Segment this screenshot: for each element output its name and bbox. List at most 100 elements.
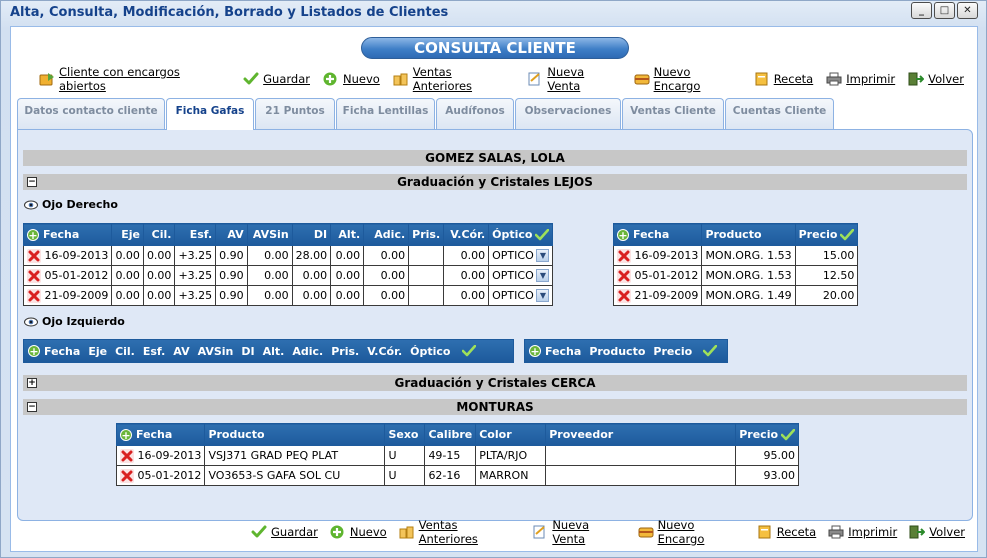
column-header-avsin[interactable]: AVSin [198,345,234,358]
delete-icon[interactable] [617,288,631,303]
cell-adic[interactable]: 0.00 [363,245,410,266]
cell-esf[interactable]: +3.25 [174,265,217,286]
cell-esf[interactable]: +3.25 [174,285,217,306]
cell-calibre[interactable]: 62-16 [424,465,477,486]
column-header-proveedor[interactable]: Proveedor [545,423,737,446]
column-header-fecha[interactable]: Fecha [545,345,581,358]
cell-precio[interactable]: 12.50 [794,265,859,286]
volver-button[interactable]: Volver [908,72,964,86]
table-row[interactable]: 16-09-2013 MON.ORG. 1.53 15.00 [612,245,859,266]
cliente-con-encargos-abiertos-button[interactable]: Cliente con encargos abiertos [39,65,230,93]
cell-proveedor[interactable] [545,465,737,486]
volver-button[interactable]: Volver [909,525,965,539]
cell-v-cor[interactable]: 0.00 [443,245,490,266]
cell-di[interactable]: 0.00 [291,285,332,306]
column-header-v-cor[interactable]: V.Cór. [443,223,490,246]
collapse-lejos-toggle[interactable]: − [27,177,37,187]
cell-precio[interactable]: 15.00 [794,245,859,266]
cell-fecha[interactable]: 16-09-2013 [115,445,206,466]
tab-ficha-gafas[interactable]: Ficha Gafas [166,98,254,130]
tab-observaciones[interactable]: Observaciones [515,98,621,129]
cell-color[interactable]: PLTA/RJO [475,445,547,466]
add-row-icon[interactable]: + [617,229,629,241]
cell-avsin[interactable]: 0.00 [246,245,293,266]
column-header-precio[interactable]: Precio [653,345,692,358]
check-icon[interactable] [461,345,476,357]
cell-producto[interactable]: VSJ371 GRAD PEQ PLAT [204,445,386,466]
tab-ficha-lentillas[interactable]: Ficha Lentillas [336,98,435,129]
delete-icon[interactable] [120,448,134,463]
column-header-adic[interactable]: Adic. [292,345,323,358]
cell-optico[interactable]: OPTICO ▼ [488,265,554,286]
cell-v-cor[interactable]: 0.00 [443,285,490,306]
check-icon[interactable] [781,429,796,441]
cell-fecha[interactable]: 16-09-2013 [612,245,703,266]
optico-select[interactable]: OPTICO ▼ [492,249,550,262]
cell-fecha[interactable]: 21-09-2009 [612,285,703,306]
tab-cuentas-cliente[interactable]: Cuentas Cliente [725,98,834,129]
column-header-color[interactable]: Color [475,423,547,446]
minimize-button[interactable]: _ [911,2,932,19]
check-icon[interactable] [703,345,718,357]
column-header-adic[interactable]: Adic. [363,223,410,246]
cell-sexo[interactable]: U [384,465,426,486]
tab-datos-contacto-cliente[interactable]: Datos contacto cliente [17,98,165,129]
cell-color[interactable]: MARRON [475,465,547,486]
cell-optico[interactable]: OPTICO ▼ [488,245,554,266]
nuevo-button[interactable]: Nuevo [323,72,380,86]
cell-cil[interactable]: 0.00 [142,245,176,266]
add-row-icon[interactable]: + [27,229,39,241]
cell-proveedor[interactable] [545,445,737,466]
column-header-producto[interactable]: Producto [204,423,386,446]
column-header-producto[interactable]: Producto [701,223,796,246]
cell-fecha[interactable]: 16-09-2013 [22,245,113,266]
ventas-anteriores-button[interactable]: Ventas Anteriores [393,65,515,93]
column-header-fecha[interactable]: + Fecha [115,423,206,446]
column-header-avsin[interactable]: AVSin [246,223,293,246]
cell-pris[interactable] [408,285,445,306]
close-button[interactable]: ✕ [957,2,978,19]
column-header-precio[interactable]: Precio [794,223,859,246]
cell-producto[interactable]: MON.ORG. 1.53 [701,265,796,286]
nuevo-encargo-button[interactable]: Nuevo Encargo [634,65,741,93]
cell-precio[interactable]: 20.00 [794,285,859,306]
cell-cil[interactable]: 0.00 [142,265,176,286]
column-header-di[interactable]: DI [291,223,332,246]
column-header-v-cor[interactable]: V.Cór. [367,345,402,358]
optico-select[interactable]: OPTICO ▼ [492,289,550,302]
table-row[interactable]: 21-09-2009 0.00 0.00 +3.25 0.90 0.00 0.00 0.00 0… [22,285,554,306]
collapse-monturas-toggle[interactable]: − [27,402,37,412]
column-header-cil[interactable]: Cil. [142,223,176,246]
table-row[interactable]: 21-09-2009 MON.ORG. 1.49 20.00 [612,285,859,306]
cell-di[interactable]: 28.00 [291,245,332,266]
cell-di[interactable]: 0.00 [291,265,332,286]
cell-adic[interactable]: 0.00 [363,265,410,286]
cell-cil[interactable]: 0.00 [142,285,176,306]
cell-av[interactable]: 0.90 [215,285,248,306]
imprimir-button[interactable]: Imprimir [828,525,897,539]
cell-producto[interactable]: VO3653-S GAFA SOL CU [204,465,386,486]
column-header-fecha[interactable]: + Fecha [612,223,703,246]
cell-producto[interactable]: MON.ORG. 1.53 [701,245,796,266]
table-row[interactable]: 05-01-2012 VO3653-S GAFA SOL CU U 62-16 MARR… [115,465,800,486]
cell-alt[interactable]: 0.00 [330,245,365,266]
check-icon[interactable] [535,229,550,241]
cell-optico[interactable]: OPTICO ▼ [488,285,554,306]
cell-eje[interactable]: 0.00 [111,245,144,266]
ventas-anteriores-button[interactable]: Ventas Anteriores [399,518,521,546]
table-row[interactable]: 16-09-2013 0.00 0.00 +3.25 0.90 0.00 28.00 0.00… [22,245,554,266]
column-header-eje[interactable]: Eje [111,223,144,246]
column-header-eje[interactable]: Eje [88,345,107,358]
tab-21-puntos[interactable]: 21 Puntos [255,98,335,129]
column-header-pris[interactable]: Pris. [331,345,359,358]
cell-esf[interactable]: +3.25 [174,245,217,266]
chevron-down-icon[interactable]: ▼ [536,249,550,262]
cell-avsin[interactable]: 0.00 [246,265,293,286]
add-row-icon[interactable]: + [120,429,132,441]
cell-eje[interactable]: 0.00 [111,285,144,306]
imprimir-button[interactable]: Imprimir [826,72,895,86]
cell-alt[interactable]: 0.00 [330,285,365,306]
cell-pris[interactable] [408,265,445,286]
nuevo-encargo-button[interactable]: Nuevo Encargo [638,518,745,546]
table-row[interactable]: 05-01-2012 0.00 0.00 +3.25 0.90 0.00 0.00 0.00 0… [22,265,554,286]
